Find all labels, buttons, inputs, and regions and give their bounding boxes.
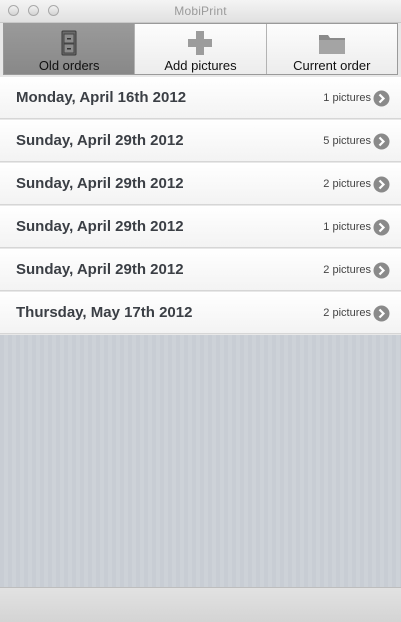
app-window: MobiPrint Old orders Add pictures Curren… xyxy=(0,0,401,622)
toolbar: Old orders Add pictures Current order xyxy=(3,23,398,75)
order-picture-count: 1 pictures xyxy=(323,221,371,233)
title-bar[interactable]: MobiPrint xyxy=(0,0,401,23)
order-row[interactable]: Sunday, April 29th 2012 5 pictures xyxy=(0,120,401,162)
order-row[interactable]: Monday, April 16th 2012 1 pictures xyxy=(0,77,401,119)
empty-list-area xyxy=(0,335,401,587)
order-picture-count: 2 pictures xyxy=(323,178,371,190)
order-row[interactable]: Sunday, April 29th 2012 2 pictures xyxy=(0,163,401,205)
order-picture-count: 2 pictures xyxy=(323,264,371,276)
plus-icon xyxy=(188,31,213,55)
order-picture-count: 1 pictures xyxy=(323,92,371,104)
order-row[interactable]: Sunday, April 29th 2012 2 pictures xyxy=(0,249,401,291)
tab-add-pictures-label: Add pictures xyxy=(164,58,237,73)
order-picture-count: 5 pictures xyxy=(323,135,371,147)
bottom-bar xyxy=(0,587,401,622)
order-date: Sunday, April 29th 2012 xyxy=(16,218,184,235)
order-picture-count: 2 pictures xyxy=(323,307,371,319)
window-title: MobiPrint xyxy=(174,4,227,18)
orders-list: Monday, April 16th 2012 1 pictures Sunda… xyxy=(0,77,401,335)
chevron-right-icon[interactable] xyxy=(373,219,390,236)
chevron-right-icon[interactable] xyxy=(373,90,390,107)
order-date: Monday, April 16th 2012 xyxy=(16,89,187,106)
chevron-right-icon[interactable] xyxy=(373,262,390,279)
order-row[interactable]: Sunday, April 29th 2012 1 pictures xyxy=(0,206,401,248)
folder-icon xyxy=(318,35,345,54)
chevron-right-icon[interactable] xyxy=(373,305,390,322)
order-date: Sunday, April 29th 2012 xyxy=(16,175,184,192)
order-date: Thursday, May 17th 2012 xyxy=(16,304,193,321)
chevron-right-icon[interactable] xyxy=(373,133,390,150)
chevron-right-icon[interactable] xyxy=(373,176,390,193)
order-row[interactable]: Thursday, May 17th 2012 2 pictures xyxy=(0,292,401,334)
cabinet-icon xyxy=(61,30,77,56)
tab-add-pictures[interactable]: Add pictures xyxy=(135,24,267,74)
order-date: Sunday, April 29th 2012 xyxy=(16,132,184,149)
order-date: Sunday, April 29th 2012 xyxy=(16,261,184,278)
tab-current-order[interactable]: Current order xyxy=(267,24,397,74)
tab-old-orders-label: Old orders xyxy=(38,58,100,73)
tab-current-order-label: Current order xyxy=(293,58,371,73)
tab-old-orders[interactable]: Old orders xyxy=(4,24,136,74)
